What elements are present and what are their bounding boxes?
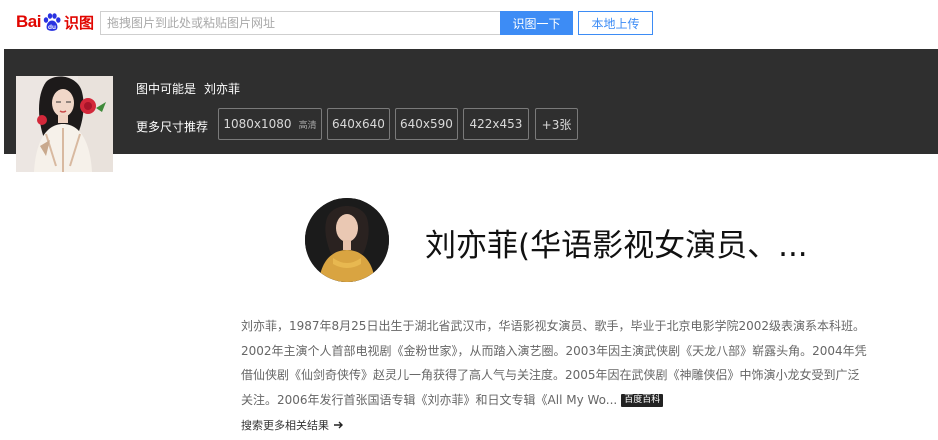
description-line: 刘亦菲，1987年8月25日出生于湖北省武汉市，华语影视女演员、歌手，毕业于北京… [241, 319, 865, 333]
description-line-last: 关注。2006年发行首张国语专辑《刘亦菲》和日文专辑《All My Wo... 百… [241, 388, 891, 413]
more-sizes-label: 更多尺寸推荐 [136, 120, 209, 134]
search-image-button[interactable]: 识图一下 [500, 11, 573, 35]
description-line: 借仙侠剧《仙剑奇侠传》赵灵儿一角获得了高人气与关注度。2005年因在武侠剧《神雕… [241, 368, 860, 382]
logo-text-du: du [48, 24, 56, 31]
top-bar: Bai du 识图 识图一下 本地上传 [0, 0, 938, 46]
size-option-label: 1080x1080 [223, 117, 292, 131]
query-photo [16, 76, 113, 172]
size-option-label: 640x590 [400, 117, 453, 131]
baidu-shitu-logo[interactable]: Bai du 识图 [16, 9, 94, 35]
arrow-right-icon [334, 421, 343, 429]
size-option-label: 640x640 [332, 117, 385, 131]
description-line: 关注。2006年发行首张国语专辑《刘亦菲》和日文专辑《All My Wo... [241, 392, 618, 407]
size-option-1080x1080[interactable]: 1080x1080 高清 [218, 108, 322, 140]
logo-text-shitu: 识图 [63, 14, 94, 32]
search-more-label: 搜索更多相关结果 [241, 419, 329, 432]
query-image-thumbnail[interactable] [16, 76, 113, 172]
guess-name-link[interactable]: 刘亦菲 [204, 82, 240, 96]
hd-tag: 高清 [298, 120, 317, 131]
size-option-label: 422x453 [469, 117, 523, 131]
baidu-paw-icon: du [43, 13, 61, 31]
size-option-640x590[interactable]: 640x590 [395, 108, 458, 140]
description-line: 2002年主演个人首部电视剧《金粉世家》，从而踏入演艺圈。2003年因主演武侠剧… [241, 343, 867, 358]
entity-title[interactable]: 刘亦菲(华语影视女演员、... [425, 220, 845, 265]
search-more-link[interactable]: 搜索更多相关结果 [241, 417, 344, 433]
size-option-label: +3张 [541, 117, 572, 132]
guess-label: 图中可能是 [136, 82, 197, 96]
guess-result: 图中可能是 刘亦菲 [136, 80, 240, 97]
baike-source-badge[interactable]: 百度百科 [621, 393, 664, 407]
avatar-photo [305, 198, 389, 282]
size-option-640x640[interactable]: 640x640 [327, 108, 390, 140]
size-option-more[interactable]: +3张 [535, 108, 578, 140]
size-option-422x453[interactable]: 422x453 [463, 108, 529, 140]
page: Bai du 识图 识图一下 本地上传 [0, 0, 938, 440]
logo-text-bai: Bai [16, 12, 41, 31]
entity-description: 刘亦菲，1987年8月25日出生于湖北省武汉市，华语影视女演员、歌手，毕业于北京… [241, 314, 891, 412]
entity-avatar[interactable] [305, 198, 389, 282]
local-upload-button[interactable]: 本地上传 [578, 11, 653, 35]
image-url-input[interactable] [100, 11, 500, 35]
